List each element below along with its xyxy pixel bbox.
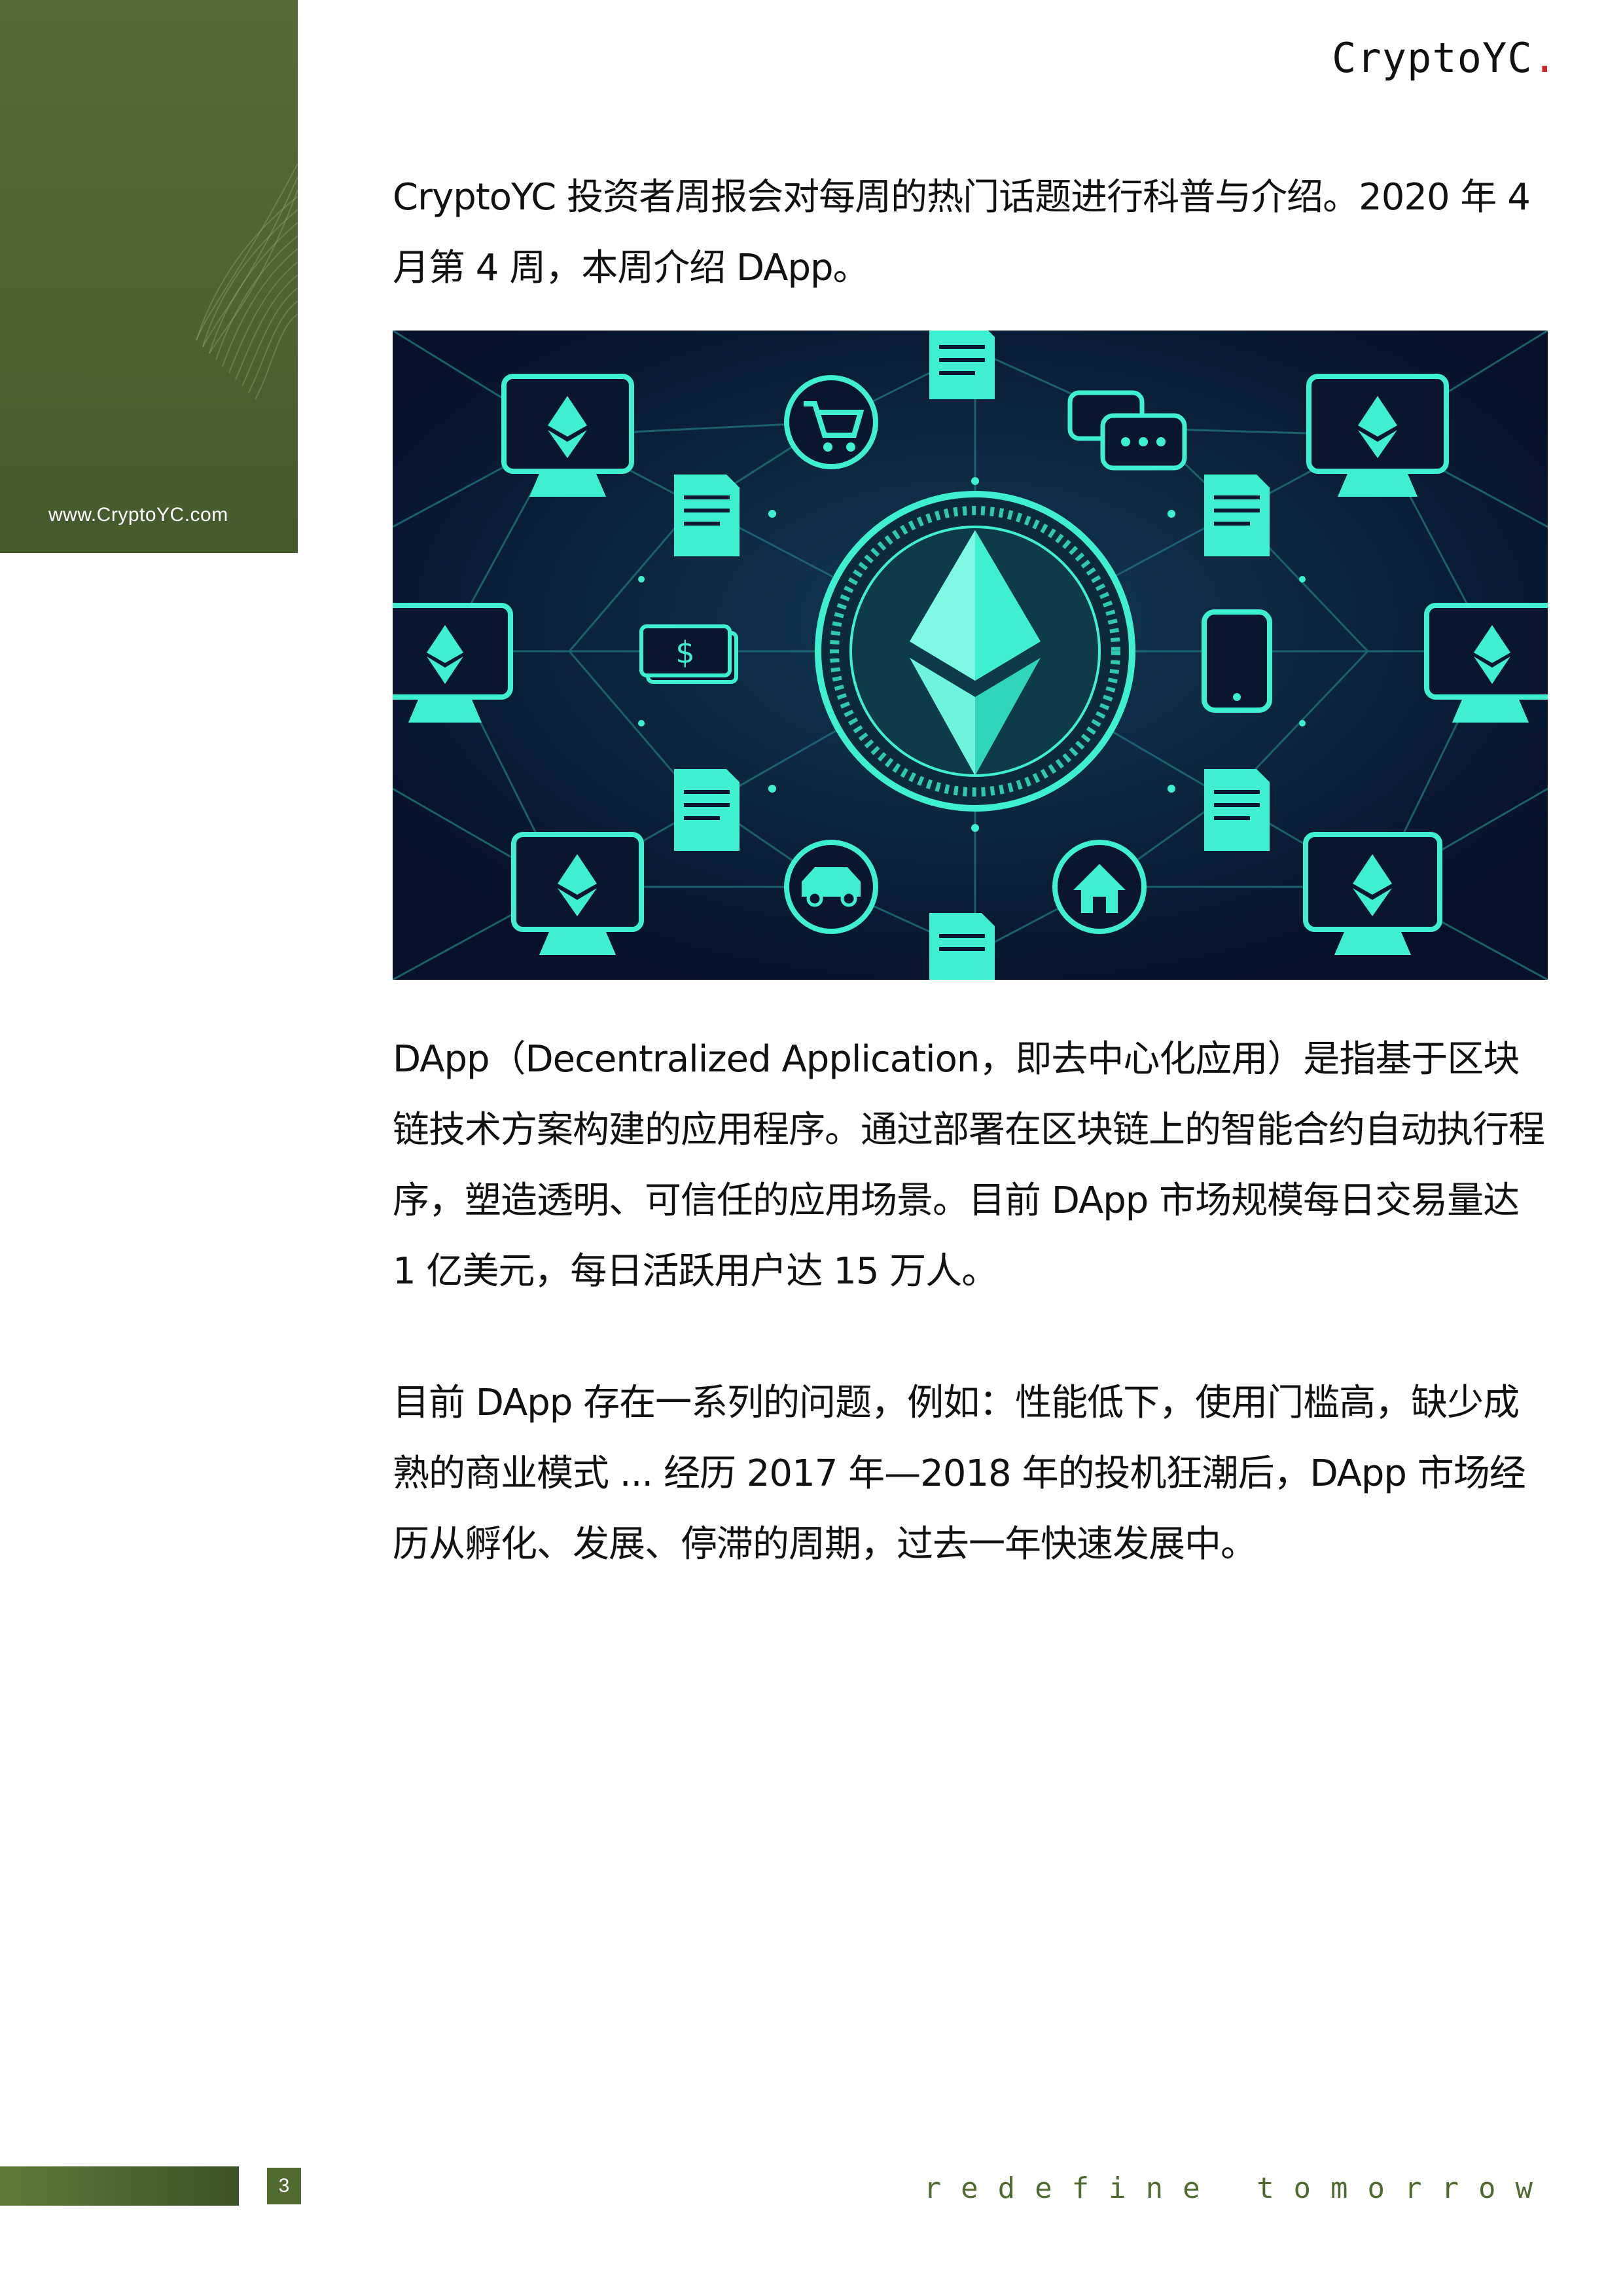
- home-icon: [1052, 840, 1147, 934]
- footer-bar: [0, 2166, 239, 2206]
- dapp-network-illustration: $: [393, 331, 1548, 980]
- sidebar-panel: www.CryptoYC.com: [0, 0, 298, 553]
- intro-paragraph: CryptoYC 投资者周报会对每周的热门话题进行科普与介绍。2020 年 4 …: [393, 176, 1531, 289]
- tagline: redefine tomorrow: [923, 2172, 1552, 2205]
- dollar-symbol: $: [675, 635, 694, 670]
- page-number: 3: [267, 2168, 301, 2204]
- brand-name: CryptoYC: [1332, 34, 1533, 82]
- sidebar-wave-pattern: [196, 163, 298, 400]
- car-icon: [784, 840, 878, 934]
- dapp-issues-paragraph: 目前 DApp 存在一系列的问题，例如：性能低下，使用门槛高，缺少成熟的商业模式…: [393, 1382, 1526, 1566]
- money-bill-icon: $: [639, 624, 738, 684]
- sidebar-url[interactable]: www.CryptoYC.com: [48, 504, 228, 526]
- smartphone-icon: [1202, 609, 1272, 713]
- shopping-cart-icon: [784, 375, 878, 469]
- dapp-definition-paragraph: DApp（Decentralized Application，即去中心化应用）是…: [393, 1038, 1545, 1293]
- central-ethereum-coin: [815, 491, 1135, 812]
- brand-logo: CryptoYC.: [1332, 34, 1558, 82]
- brand-dot: .: [1532, 34, 1558, 82]
